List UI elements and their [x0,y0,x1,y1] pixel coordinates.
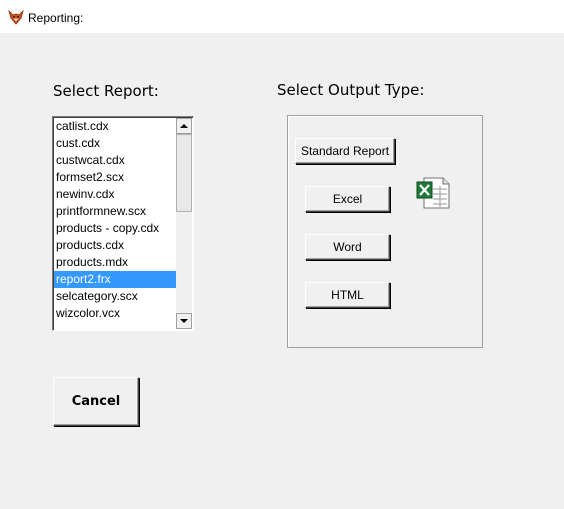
list-item[interactable]: custwcat.cdx [54,152,178,169]
list-item[interactable]: wizcolor.vcx [54,305,178,322]
list-item[interactable]: cust.cdx [54,135,178,152]
scroll-up-button[interactable] [176,118,192,134]
excel-icon [416,177,450,209]
list-item[interactable]: products - copy.cdx [54,220,178,237]
excel-button[interactable]: Excel [305,186,390,212]
list-item[interactable]: products.cdx [54,237,178,254]
scroll-thumb[interactable] [176,134,192,212]
fox-icon [8,9,24,25]
report-list: catlist.cdx cust.cdx custwcat.cdx formset2.… [54,118,178,322]
scroll-down-button[interactable] [176,313,192,329]
window-title: Reporting: [28,11,84,25]
report-listbox[interactable]: catlist.cdx cust.cdx custwcat.cdx formset2.… [52,116,194,331]
select-report-heading: Select Report: [53,82,159,100]
arrow-down-icon [180,319,188,323]
list-item[interactable]: catlist.cdx [54,118,178,135]
list-item[interactable]: printformnew.scx [54,203,178,220]
arrow-up-icon [180,124,188,128]
list-scrollbar[interactable] [176,118,192,329]
standard-report-button[interactable]: Standard Report [295,138,395,164]
html-button[interactable]: HTML [305,282,390,308]
select-output-heading: Select Output Type: [277,81,425,99]
title-bar: Reporting: [0,0,564,33]
list-item[interactable]: formset2.scx [54,169,178,186]
list-item[interactable]: products.mdx [54,254,178,271]
list-item[interactable]: newinv.cdx [54,186,178,203]
word-button[interactable]: Word [305,234,390,260]
cancel-button[interactable]: Cancel [53,377,139,426]
list-item[interactable]: selcategory.scx [54,288,178,305]
list-item[interactable]: report2.frx [54,271,178,288]
